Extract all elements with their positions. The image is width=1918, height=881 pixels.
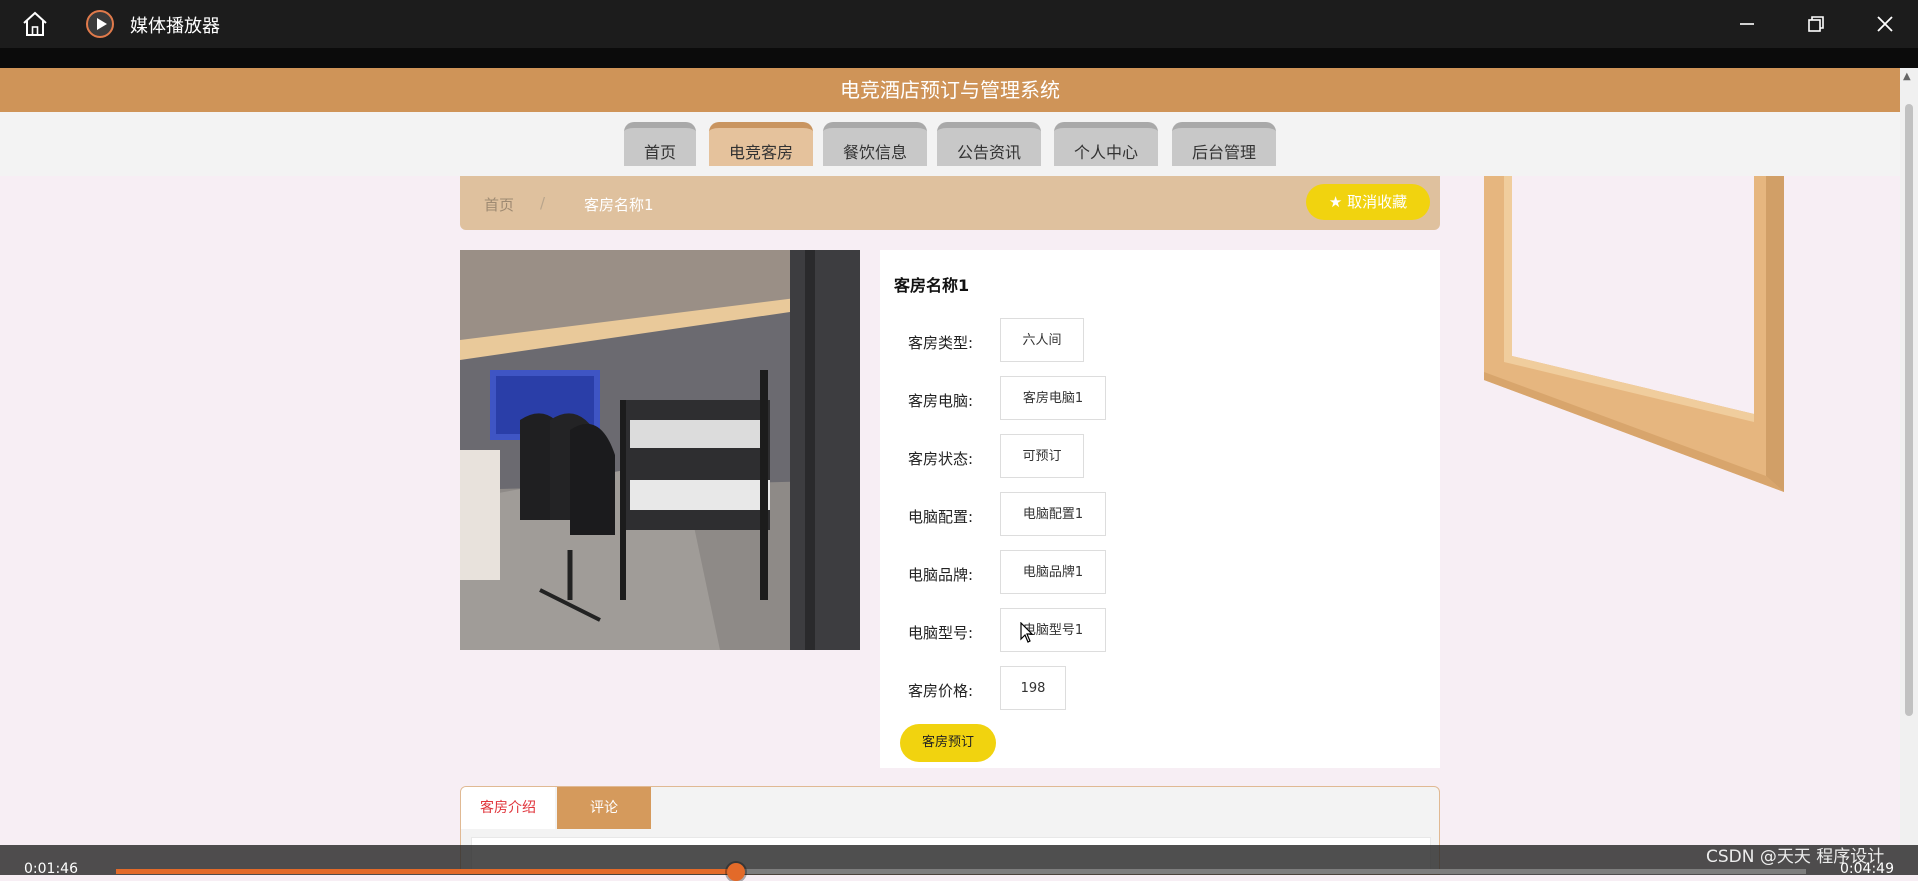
field-value-pc-model: 电脑型号1	[1000, 608, 1106, 652]
media-player-icon	[86, 10, 114, 38]
room-name: 客房名称1	[894, 276, 970, 295]
book-room-button[interactable]: 客房预订	[900, 724, 996, 762]
tab-comments[interactable]: 评论	[557, 787, 651, 829]
watermark: CSDN @天天 程序设计	[1706, 847, 1885, 867]
nav-home[interactable]: 首页	[624, 122, 696, 166]
breadcrumb: 首页 / 客房名称1	[460, 176, 1440, 230]
seek-bar-fill	[116, 869, 737, 874]
page-scrollbar[interactable]: ▲	[1900, 68, 1918, 860]
field-label-pc-config: 电脑配置:	[908, 508, 974, 526]
field-value-room-status: 可预订	[1000, 434, 1084, 478]
room-photo	[460, 250, 860, 650]
main-nav: 首页 电竞客房 餐饮信息 公告资讯 个人中心 后台管理	[0, 112, 1900, 176]
nav-dining[interactable]: 餐饮信息	[823, 122, 927, 166]
field-label-pc-brand: 电脑品牌:	[908, 566, 974, 584]
field-value-room-type: 六人间	[1000, 318, 1084, 362]
field-label-room-computer: 客房电脑:	[908, 392, 974, 410]
minimize-icon[interactable]	[1732, 10, 1762, 38]
nav-personal-center[interactable]: 个人中心	[1054, 122, 1158, 166]
seek-handle[interactable]	[727, 863, 746, 881]
field-value-room-price: 198	[1000, 666, 1066, 710]
mouse-cursor-icon	[1020, 622, 1034, 643]
close-icon[interactable]	[1870, 10, 1900, 38]
site-title: 电竞酒店预订与管理系统	[0, 68, 1900, 112]
unfavorite-button[interactable]: ★ 取消收藏	[1306, 184, 1430, 220]
field-label-pc-model: 电脑型号:	[908, 624, 974, 642]
field-value-pc-config: 电脑配置1	[1000, 492, 1106, 536]
video-letterbox	[0, 48, 1918, 68]
unfavorite-label: 取消收藏	[1347, 193, 1408, 211]
field-value-pc-brand: 电脑品牌1	[1000, 550, 1106, 594]
field-label-room-status: 客房状态:	[908, 450, 974, 468]
scroll-up-icon[interactable]: ▲	[1903, 71, 1911, 82]
decorative-frame	[1484, 176, 1784, 492]
star-icon: ★	[1328, 193, 1343, 211]
nav-announcements[interactable]: 公告资讯	[937, 122, 1041, 166]
tab-room-intro[interactable]: 客房介绍	[461, 787, 555, 829]
breadcrumb-separator: /	[540, 194, 546, 212]
window-title: 媒体播放器	[130, 16, 220, 37]
field-value-room-computer: 客房电脑1	[1000, 376, 1106, 420]
room-info-panel: 客房名称1 客房类型: 六人间 客房电脑: 客房电脑1 客房状态: 可预订 电脑…	[880, 250, 1440, 768]
breadcrumb-home[interactable]: 首页	[484, 194, 514, 215]
field-label-room-type: 客房类型:	[908, 334, 974, 352]
nav-admin[interactable]: 后台管理	[1172, 122, 1276, 166]
field-label-room-price: 客房价格:	[908, 682, 974, 700]
playback-controls: 0:01:46 0:04:49	[0, 845, 1918, 881]
home-icon[interactable]	[20, 10, 50, 38]
scrollbar-thumb[interactable]	[1905, 104, 1913, 716]
breadcrumb-current: 客房名称1	[584, 196, 654, 214]
restore-icon[interactable]	[1800, 10, 1830, 38]
nav-esports-rooms[interactable]: 电竞客房	[709, 122, 813, 166]
seek-bar[interactable]	[116, 863, 1806, 881]
player-title-bar: 媒体播放器	[0, 0, 1918, 48]
